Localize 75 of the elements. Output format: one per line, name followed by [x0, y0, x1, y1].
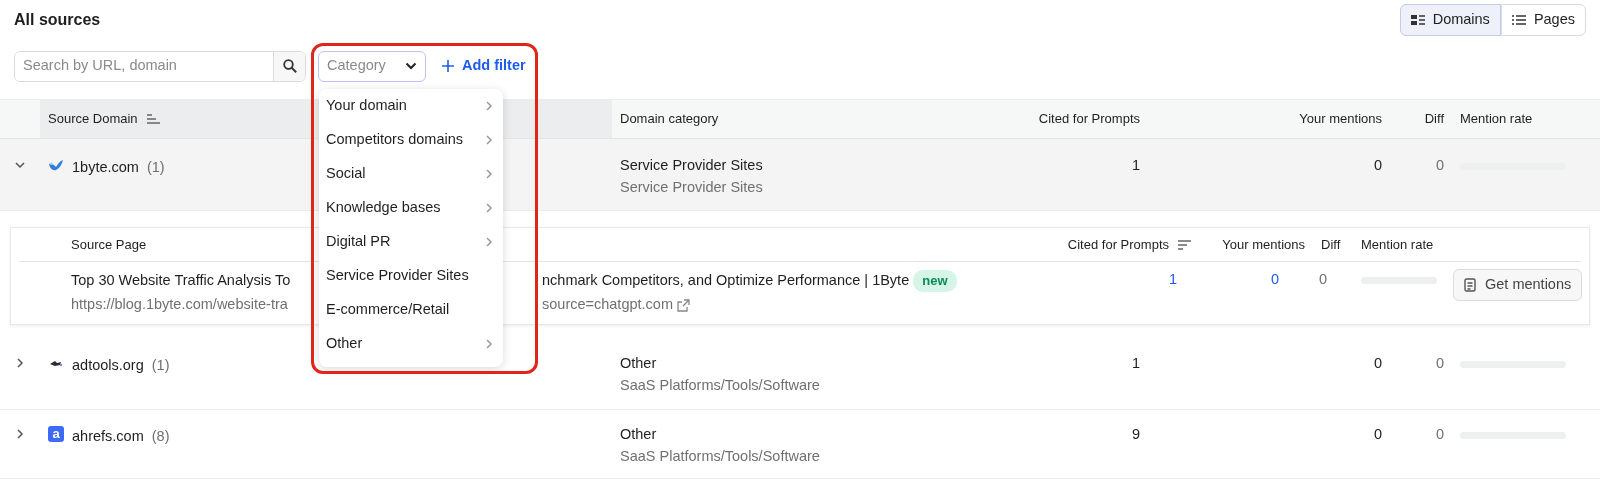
menu-item[interactable]: Competitors domains: [319, 123, 503, 157]
sort-icon: [1177, 238, 1191, 251]
column-header: Cited for Prompts: [1038, 110, 1140, 129]
chevron-down-icon[interactable]: [14, 159, 26, 171]
category-dropdown[interactable]: Category: [318, 50, 426, 82]
column-header: Source Domain: [48, 110, 138, 129]
diff-value: 0: [1434, 425, 1445, 444]
logo-icon: a: [48, 426, 64, 442]
column-header: Cited for Prompts: [1067, 235, 1169, 254]
page-count: (1): [151, 356, 170, 375]
menu-item[interactable]: Your domain: [319, 89, 503, 123]
domains-icon: [1410, 14, 1425, 26]
menu-item[interactable]: Social: [319, 157, 503, 191]
column-header: Your mentions: [1222, 235, 1305, 254]
search-field[interactable]: Search by URL, domain: [14, 50, 306, 82]
page-url-link[interactable]: https://blog.1byte.com/website-tra: [71, 296, 288, 313]
chevron-right-icon: [483, 202, 495, 214]
column-header: Domain category: [620, 110, 719, 129]
page-title-text: Top 30 Website Traffic Analysis To: [71, 272, 291, 289]
diff-value: 0: [1318, 271, 1327, 287]
mentions-count: 0: [1372, 354, 1383, 373]
add-filter-button[interactable]: Add filter: [438, 55, 530, 77]
category-text: Other: [620, 425, 658, 444]
category-text: Other: [620, 354, 658, 373]
search-button[interactable]: [273, 51, 305, 81]
domain-link[interactable]: ahrefs.com: [72, 426, 144, 448]
new-badge: new: [913, 270, 957, 292]
cited-link[interactable]: 1: [1168, 271, 1177, 287]
chevron-right-icon: [483, 168, 495, 180]
list-icon: [1511, 14, 1526, 26]
menu-item[interactable]: Knowledge bases: [319, 191, 503, 225]
get-mentions-button[interactable]: Get mentions: [1453, 269, 1583, 301]
domain-link[interactable]: 1byte.com: [72, 157, 139, 179]
column-header: Mention rate: [1460, 110, 1533, 129]
domain-link[interactable]: adtools.org: [72, 355, 144, 377]
page-count: (8): [151, 427, 170, 446]
menu-item[interactable]: Digital PR: [319, 225, 503, 259]
subcategory-text: SaaS Platforms/Tools/Software: [620, 375, 821, 395]
chevron-right-icon[interactable]: [14, 357, 26, 369]
cited-count: 9: [1130, 425, 1141, 444]
diff-value: 0: [1434, 354, 1445, 373]
column-header: Diff: [1424, 110, 1444, 129]
plus-icon: [442, 60, 454, 72]
diff-value: 0: [1434, 156, 1445, 175]
view-tab[interactable]: Domains: [1399, 4, 1501, 36]
chevron-right-icon: [483, 134, 495, 146]
menu-item[interactable]: Other: [319, 327, 503, 361]
category-text: Service Provider Sites: [620, 156, 764, 175]
menu-item[interactable]: Service Provider Sites: [319, 259, 503, 293]
chevron-down-icon: [405, 62, 417, 70]
page-count: (1): [146, 158, 165, 177]
cited-count: 1: [1130, 156, 1141, 175]
chevron-right-icon[interactable]: [14, 428, 26, 440]
mentions-count: 0: [1372, 156, 1383, 175]
subcategory-text: SaaS Platforms/Tools/Software: [620, 446, 821, 466]
page-title-text: nchmark Competitors, and Optimize Performance | 1Byte: [542, 271, 910, 291]
document-icon: [1464, 277, 1477, 292]
chevron-right-icon: [483, 338, 495, 350]
chevron-right-icon: [483, 236, 495, 248]
view-tab[interactable]: Pages: [1500, 4, 1586, 36]
column-header: Mention rate: [1361, 235, 1434, 254]
chevron-right-icon: [483, 100, 495, 112]
page-url-link[interactable]: source=chatgpt.com: [542, 294, 673, 316]
page-title: All sources: [14, 10, 101, 30]
subcategory-text: Service Provider Sites: [620, 177, 764, 197]
sort-icon: [145, 113, 160, 125]
mentions-count: 0: [1372, 425, 1383, 444]
column-header: Source Page: [71, 235, 147, 254]
search-icon: [282, 59, 297, 73]
column-header: Your mentions: [1299, 110, 1382, 129]
external-link-icon[interactable]: [677, 298, 690, 312]
column-header: Diff: [1321, 235, 1341, 254]
mentions-link[interactable]: 0: [1270, 271, 1279, 287]
cited-count: 1: [1130, 354, 1141, 373]
menu-item[interactable]: E-commerce/Retail: [319, 293, 503, 327]
